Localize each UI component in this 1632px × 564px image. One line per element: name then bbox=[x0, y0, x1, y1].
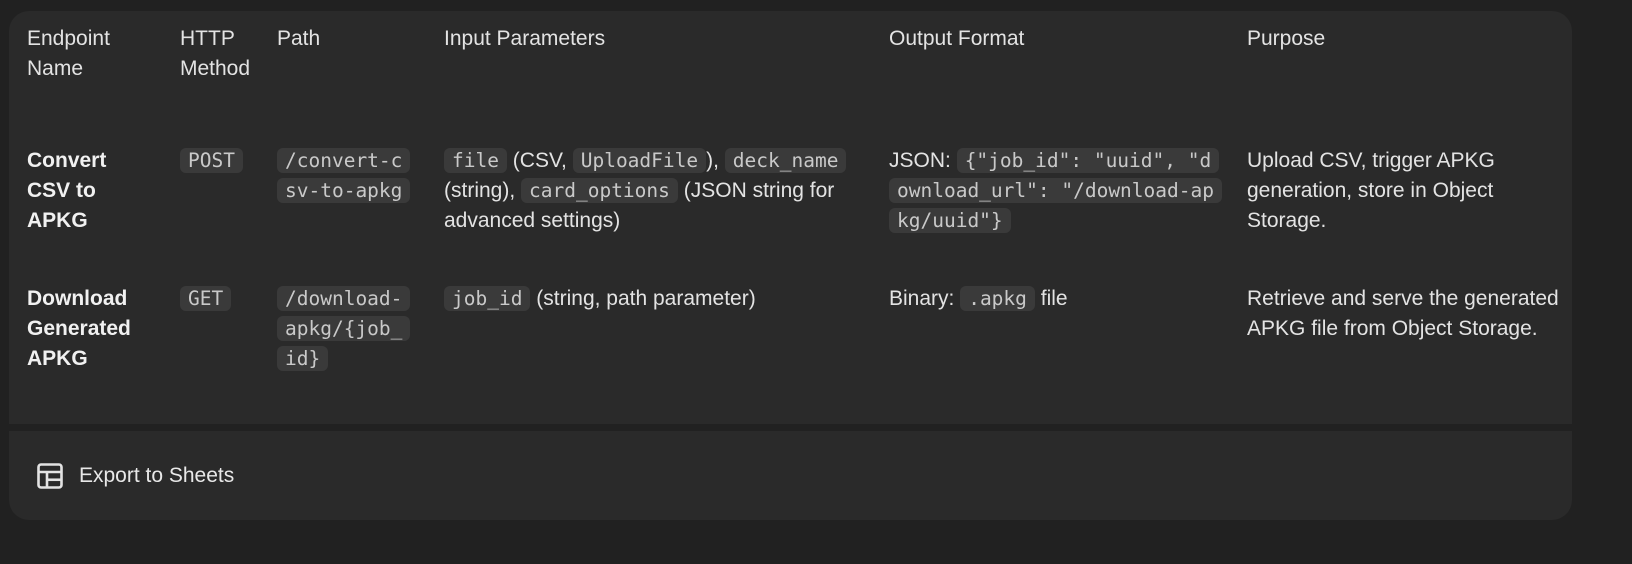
header-input-parameters: Input Parameters bbox=[444, 27, 606, 50]
header-path: Path bbox=[277, 27, 321, 50]
endpoint-name-cell: Download Generated APKG bbox=[27, 287, 131, 370]
export-to-sheets-label: Export to Sheets bbox=[79, 463, 235, 487]
export-to-sheets-button[interactable]: Export to Sheets bbox=[36, 462, 234, 490]
table-row: Download Generated APKG GET /download-ap… bbox=[9, 284, 1572, 424]
header-http-method: HTTP Method bbox=[180, 27, 251, 80]
path-code: /convert-csv-to-apkg bbox=[277, 148, 411, 203]
param-code: deck_name bbox=[724, 148, 847, 173]
endpoint-name-cell: Convert CSV to APKG bbox=[27, 149, 107, 232]
path-cell: /convert-csv-to-apkg bbox=[259, 146, 426, 284]
output-prefix: Binary: bbox=[889, 287, 961, 310]
table-footer: Export to Sheets bbox=[9, 431, 1572, 520]
output-code: .apkg bbox=[960, 286, 1035, 311]
param-code: card_options bbox=[521, 178, 678, 203]
input-parameters-cell: file (CSV, UploadFile), deck_name (strin… bbox=[426, 146, 871, 284]
param-text: ), bbox=[706, 149, 725, 172]
param-text: (CSV, bbox=[506, 149, 573, 172]
output-format-cell: Binary: .apkg file bbox=[871, 284, 1229, 424]
http-method-code: POST bbox=[180, 148, 243, 173]
http-method-cell: GET bbox=[162, 284, 259, 424]
output-prefix: JSON: bbox=[889, 149, 957, 172]
table-header-row: Endpoint Name HTTP Method Path Input Par… bbox=[9, 11, 1572, 146]
purpose-cell: Retrieve and serve the generated APKG fi… bbox=[1247, 287, 1559, 340]
header-purpose: Purpose bbox=[1247, 27, 1326, 50]
purpose-cell: Upload CSV, trigger APKG generation, sto… bbox=[1247, 149, 1495, 232]
param-text: (string), bbox=[444, 179, 522, 202]
table-row: Convert CSV to APKG POST /convert-csv-to… bbox=[9, 146, 1572, 284]
http-method-code: GET bbox=[180, 286, 232, 311]
output-format-cell: JSON: {"job_id": "uuid", "download_url":… bbox=[871, 146, 1229, 284]
path-code: /download-apkg/{job_id} bbox=[277, 286, 411, 371]
output-suffix: file bbox=[1034, 287, 1068, 310]
input-parameters-cell: job_id (string, path parameter) bbox=[426, 284, 871, 424]
api-endpoints-table: Endpoint Name HTTP Method Path Input Par… bbox=[9, 11, 1572, 424]
param-code: file bbox=[444, 148, 507, 173]
api-endpoints-table-card: Endpoint Name HTTP Method Path Input Par… bbox=[9, 11, 1572, 424]
param-text: (string, path parameter) bbox=[530, 287, 756, 310]
http-method-cell: POST bbox=[162, 146, 259, 284]
header-endpoint-name: Endpoint Name bbox=[27, 27, 110, 80]
sheets-table-icon bbox=[37, 462, 63, 489]
param-code: job_id bbox=[444, 286, 531, 311]
path-cell: /download-apkg/{job_id} bbox=[259, 284, 426, 424]
header-output-format: Output Format bbox=[889, 27, 1025, 50]
param-code: UploadFile bbox=[572, 148, 707, 173]
